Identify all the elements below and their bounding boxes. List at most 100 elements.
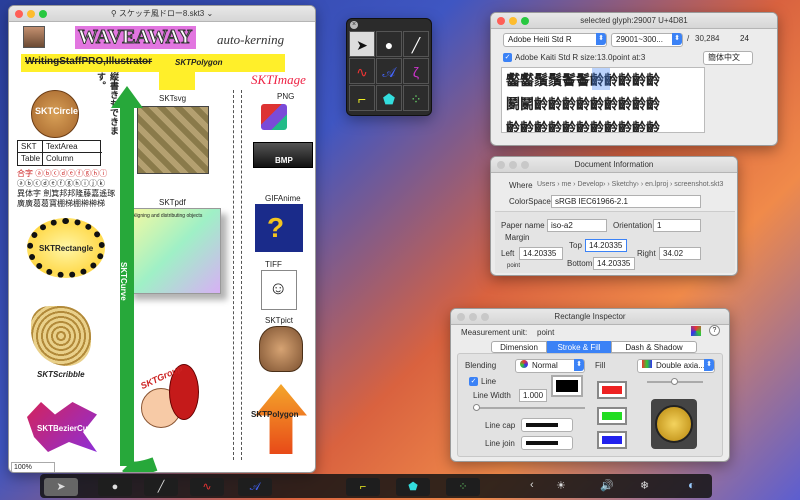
line-color-well[interactable] <box>551 375 583 397</box>
inspector-title: Rectangle Inspector <box>554 312 626 321</box>
line-width-slider[interactable] <box>473 404 585 411</box>
dock-polygon[interactable]: ⬟ <box>396 478 430 496</box>
unit-label: Measurement unit: <box>461 328 528 337</box>
glyph-row[interactable]: 齾齾鬚鬚鬠鬠齡齡齡齡齡 <box>506 70 660 90</box>
line-width-field[interactable]: 1.000 <box>519 389 547 402</box>
siri-icon[interactable]: ◐ <box>688 478 695 492</box>
dock-curve[interactable]: ⌐ <box>346 478 380 496</box>
range-slash: / <box>687 34 690 43</box>
zoom-field[interactable]: 100% <box>11 462 55 472</box>
glyph-row[interactable]: 鬬鬭齡齡齡齡齡齡齡齡齡 <box>506 94 660 114</box>
tab-stroke-fill[interactable]: Stroke & Fill <box>547 341 611 353</box>
dock-scribble[interactable]: ∿ <box>190 478 224 496</box>
dock-bezier[interactable]: 𝒜 <box>238 478 272 496</box>
fill-color-green[interactable] <box>597 407 627 425</box>
glyph-row[interactable]: 齡齡齡齡齡齡齡齡齡齡齡 <box>506 118 660 132</box>
skt-image-text[interactable]: SKTImage <box>251 72 306 88</box>
blending-label: Blending <box>465 361 497 370</box>
angle-knob-icon <box>655 405 693 443</box>
unit-value[interactable]: point <box>537 328 554 337</box>
dock-pointer[interactable]: ➤ <box>44 478 78 496</box>
font-checkbox[interactable]: ✓ <box>503 53 512 62</box>
help-button[interactable]: ? <box>709 325 720 336</box>
fill-popup[interactable]: Double axia... ⬍ <box>637 359 715 373</box>
arc-tool[interactable]: ⌐ <box>349 85 375 111</box>
colorspace-label: ColorSpace <box>509 197 551 206</box>
minimize-button[interactable] <box>509 17 517 25</box>
close-button[interactable] <box>497 17 505 25</box>
where-path[interactable]: Users › me › Develop› › Sketchy› › en.lp… <box>537 181 723 188</box>
colorspace-field[interactable]: sRGB IEC61966-2.1 <box>551 195 701 208</box>
font-popup[interactable]: Adobe Heiti Std R ⬍ <box>503 33 607 47</box>
left-field[interactable]: 14.20335 <box>519 247 563 260</box>
paper-label: Paper name <box>501 221 545 230</box>
dots-tool[interactable]: ⁘ <box>403 85 429 111</box>
png-image[interactable] <box>261 104 287 130</box>
line-tool[interactable]: ╱ <box>403 31 429 57</box>
curve-tool[interactable]: ζ <box>403 58 429 84</box>
bottom-label: Bottom <box>567 259 593 268</box>
scribble-tool[interactable]: ∿ <box>349 58 375 84</box>
skt-table[interactable]: SKT TextArea Table Column <box>17 140 102 166</box>
dock-back-icon[interactable]: ‹ <box>530 479 534 491</box>
angle-slider[interactable] <box>647 378 703 385</box>
title-chevron-icon[interactable]: ⌄ <box>206 9 213 18</box>
minimize-button[interactable] <box>27 10 35 18</box>
orientation-field[interactable]: 1 <box>653 219 701 232</box>
language-popup[interactable]: 簡体中文 <box>703 51 753 65</box>
dock-dots[interactable]: ⁘ <box>446 478 480 496</box>
chevron-down-icon: ⬍ <box>704 359 714 371</box>
top-field[interactable]: 14.20335 <box>585 239 627 252</box>
size-field[interactable]: 24 <box>737 33 765 44</box>
table-cell: TextArea <box>46 142 78 151</box>
zoom-button[interactable] <box>39 10 47 18</box>
line-join-popup[interactable] <box>521 436 573 450</box>
palette-icon[interactable] <box>691 326 701 336</box>
blending-popup[interactable]: Normal ⬍ <box>515 359 585 373</box>
fill-color-red[interactable] <box>597 381 627 399</box>
inspector-titlebar[interactable]: Rectangle Inspector <box>451 309 729 325</box>
owl-image[interactable] <box>259 326 303 372</box>
line-join-icon <box>526 440 558 445</box>
writing-staff-text[interactable]: WritingStaffPRO,Illustrator <box>25 56 152 67</box>
line-cap-popup[interactable] <box>521 418 573 432</box>
close-button[interactable] <box>15 10 23 18</box>
tab-dash-shadow[interactable]: Dash & Shadow <box>611 341 697 353</box>
skt-scribble-shape[interactable] <box>31 306 91 366</box>
range-popup[interactable]: 29001~300... ⬍ <box>611 33 683 47</box>
skt-polygon-label[interactable]: SKTPolygon <box>175 58 223 67</box>
dock-line[interactable]: ╱ <box>144 478 178 496</box>
font-popup-value: Adobe Heiti Std R <box>508 35 572 44</box>
bezier-tool[interactable]: 𝒜 <box>376 58 402 84</box>
gif-anime-label: GIFAnime <box>265 194 301 203</box>
brightness-icon[interactable]: ☀ <box>556 479 566 492</box>
avatar[interactable] <box>23 26 45 48</box>
doc-info-title: Document Information <box>574 160 654 169</box>
bottom-field[interactable]: 14.20335 <box>593 257 635 270</box>
glyph-grid[interactable]: 齾齾鬚鬚鬠鬠齡齡齡齡齡 鬬鬭齡齡齡齡齡齡齡齡齡 齡齡齡齡齡齡齡齡齡齡齡 <box>501 67 705 133</box>
paper-field[interactable]: iso-a2 <box>547 219 607 232</box>
close-icon[interactable]: × <box>350 21 358 29</box>
top-label: Top <box>569 241 582 250</box>
dock-shapes[interactable]: ● <box>98 478 132 496</box>
skt-polygon-arrow[interactable] <box>255 384 307 454</box>
snow-icon[interactable]: ❄ <box>640 479 649 492</box>
auto-kerning-text[interactable]: auto-kerning <box>217 32 284 48</box>
skt-circle-text[interactable]: SKTCircle <box>35 106 78 116</box>
line-checkbox[interactable]: ✓ <box>469 377 478 386</box>
pointer-tool[interactable]: ➤ <box>349 31 375 57</box>
fill-color-blue[interactable] <box>597 431 627 449</box>
glyph-titlebar[interactable]: selected glyph:29007 U+4D81 <box>491 13 777 29</box>
waveaway-text[interactable]: WAVEAWAY <box>75 26 196 49</box>
zoom-button[interactable] <box>521 17 529 25</box>
shapes-tool[interactable]: ● <box>376 31 402 57</box>
main-window-titlebar[interactable]: ⚲ スケッチ風ドロー8.skt3 ⌄ <box>9 6 315 22</box>
volume-icon[interactable]: 🔊 <box>600 479 614 492</box>
dock: ➤ ● ╱ ∿ 𝒜 ⌐ ⬟ ⁘ ‹ ☀ 🔊 ❄ ◐ <box>40 474 712 498</box>
guide-line <box>233 90 234 460</box>
variant-line-2[interactable]: 廣廣葛葛寶棚梯棚榊榊梯 <box>17 198 105 209</box>
doc-info-titlebar[interactable]: Document Information <box>491 157 737 173</box>
tab-dimension[interactable]: Dimension <box>491 341 547 353</box>
right-field[interactable]: 34.02 <box>659 247 701 260</box>
polygon-tool[interactable]: ⬟ <box>376 85 402 111</box>
